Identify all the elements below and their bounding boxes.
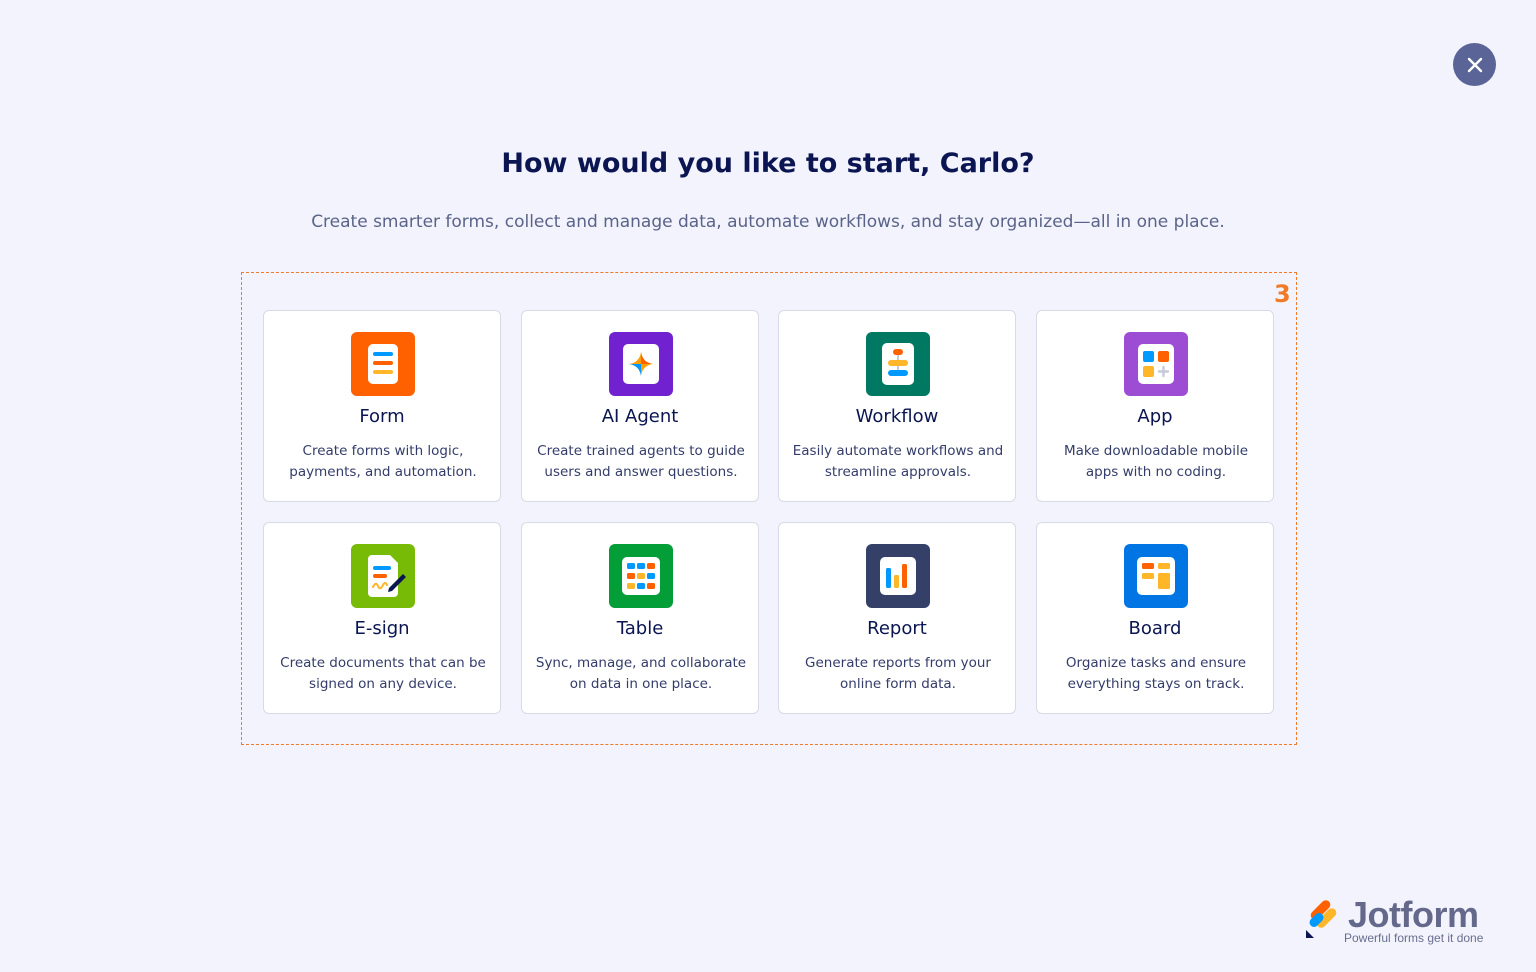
option-card-ai-agent[interactable]: AI Agent Create trained agents to guide …	[521, 310, 759, 502]
option-title: E-sign	[354, 618, 410, 639]
jotform-logo-icon	[1306, 900, 1337, 938]
option-description: Make downloadable mobile apps with no co…	[1063, 443, 1249, 480]
form-icon	[351, 332, 415, 396]
option-description: Organize tasks and ensure everything sta…	[1065, 655, 1247, 692]
option-card-app[interactable]: App Make downloadable mobile apps with n…	[1036, 310, 1274, 502]
option-description: Sync, manage, and collaborate on data in…	[535, 655, 747, 692]
close-button[interactable]	[1453, 43, 1496, 86]
option-description: Create trained agents to guide users and…	[537, 443, 745, 480]
highlight-number: 3	[1274, 280, 1291, 308]
board-icon	[1124, 544, 1188, 608]
option-card-form[interactable]: Form Create forms with logic, payments, …	[263, 310, 501, 502]
option-description: Create forms with logic, payments, and a…	[289, 443, 477, 480]
option-title: Form	[359, 406, 405, 427]
ai-agent-icon	[609, 332, 673, 396]
option-title: Workflow	[855, 406, 939, 427]
option-card-report[interactable]: Report Generate reports from your online…	[778, 522, 1016, 714]
option-card-workflow[interactable]: Workflow Easily automate workflows and s…	[778, 310, 1016, 502]
option-card-e-sign[interactable]: E-sign Create documents that can be sign…	[263, 522, 501, 714]
close-icon	[1467, 57, 1482, 72]
jotform-brand: Jotform Powerful forms get it done	[1300, 894, 1500, 948]
brand-name: Jotform	[1348, 894, 1479, 935]
option-description: Create documents that can be signed on a…	[280, 655, 486, 692]
workflow-icon	[866, 332, 930, 396]
option-title: Report	[867, 618, 927, 639]
option-card-table[interactable]: Table Sync, manage, and collaborate on d…	[521, 522, 759, 714]
option-title: Board	[1128, 618, 1182, 639]
page-title: How would you like to start, Carlo?	[501, 148, 1035, 179]
app-icon	[1124, 332, 1188, 396]
page-subtitle: Create smarter forms, collect and manage…	[311, 212, 1225, 232]
option-title: Table	[616, 618, 664, 639]
report-icon	[866, 544, 930, 608]
option-title: App	[1137, 406, 1173, 427]
brand-tagline: Powerful forms get it done	[1344, 931, 1484, 945]
option-title: AI Agent	[601, 406, 679, 427]
e-sign-icon	[351, 544, 415, 608]
option-description: Easily automate workflows and streamline…	[792, 443, 1004, 480]
option-description: Generate reports from your online form d…	[805, 655, 991, 692]
table-icon	[609, 544, 673, 608]
option-card-board[interactable]: Board Organize tasks and ensure everythi…	[1036, 522, 1274, 714]
